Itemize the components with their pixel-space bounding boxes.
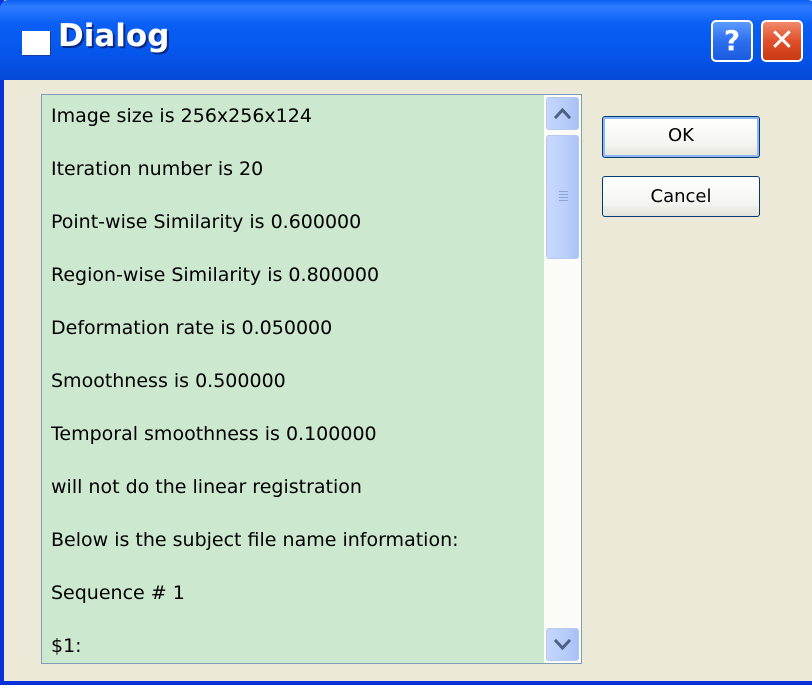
list-item[interactable]: Region-wise Similarity is 0.800000 xyxy=(51,264,379,286)
help-icon: ? xyxy=(723,24,741,57)
close-icon: ✕ xyxy=(769,23,795,58)
close-button[interactable]: ✕ xyxy=(761,20,803,62)
cancel-button[interactable]: Cancel xyxy=(602,176,760,217)
list-item[interactable]: will not do the linear registration xyxy=(51,476,362,498)
list-item[interactable]: Temporal smoothness is 0.100000 xyxy=(51,423,377,445)
list-item[interactable]: Sequence # 1 xyxy=(51,582,185,604)
list-item[interactable]: Point-wise Similarity is 0.600000 xyxy=(51,211,361,233)
list-item[interactable]: Image size is 256x256x124 xyxy=(51,105,312,127)
list-item[interactable]: Below is the subject file name informati… xyxy=(51,529,459,551)
scroll-down-button[interactable] xyxy=(546,628,579,661)
title-bar[interactable]: Dialog ? ✕ xyxy=(0,0,812,80)
list-item[interactable]: Iteration number is 20 xyxy=(51,158,263,180)
list-item[interactable]: $1: xyxy=(51,635,82,657)
grip-line xyxy=(559,194,568,195)
chevron-up-icon xyxy=(553,107,572,120)
grip-line xyxy=(559,191,568,192)
chevron-down-icon xyxy=(553,638,572,651)
info-listbox[interactable]: Image size is 256x256x124 Iteration numb… xyxy=(41,94,582,664)
help-button[interactable]: ? xyxy=(711,20,753,62)
dialog-window: Dialog ? ✕ Image size is 256x256x124 Ite… xyxy=(0,0,812,685)
scroll-up-button[interactable] xyxy=(546,97,579,130)
grip-line xyxy=(559,200,568,201)
list-item[interactable]: Smoothness is 0.500000 xyxy=(51,370,286,392)
vertical-scrollbar[interactable] xyxy=(544,95,581,663)
scroll-thumb[interactable] xyxy=(546,135,579,259)
list-item[interactable]: Deformation rate is 0.050000 xyxy=(51,317,332,339)
window-icon xyxy=(22,31,50,55)
window-title: Dialog xyxy=(58,18,170,54)
grip-line xyxy=(559,197,568,198)
ok-button[interactable]: OK xyxy=(602,116,760,158)
